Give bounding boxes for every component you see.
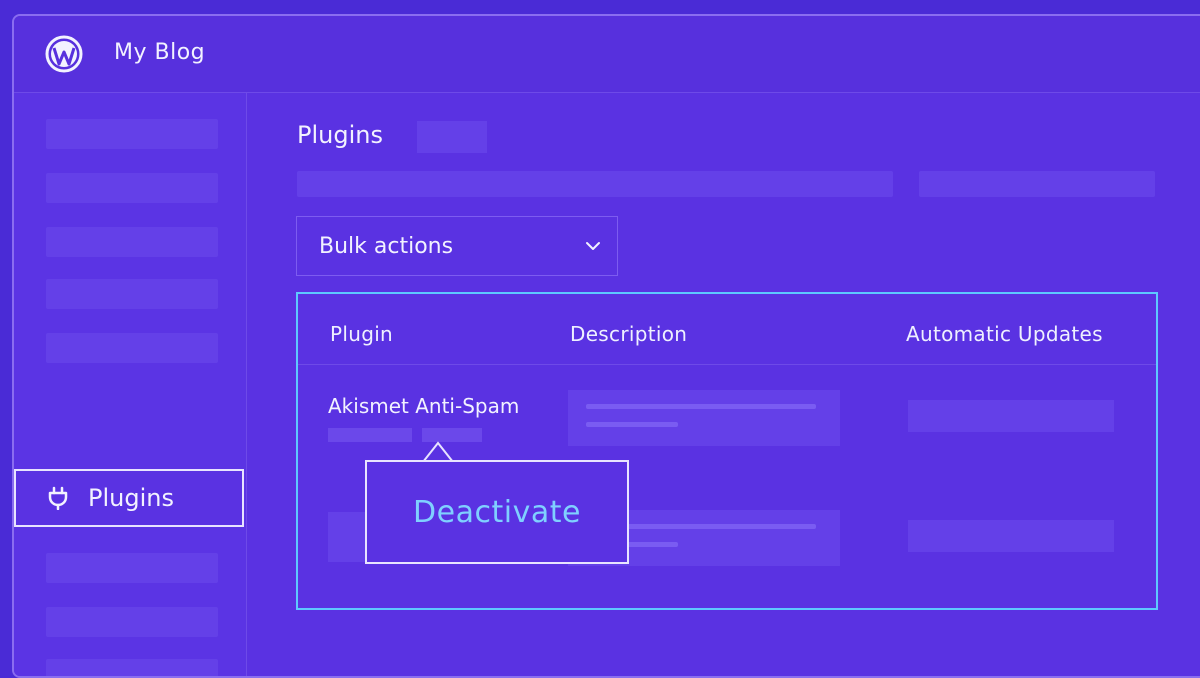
plug-icon (48, 486, 68, 510)
chevron-down-icon (586, 242, 600, 250)
top-bar: My Blog (14, 16, 1200, 93)
page-title: Plugins (297, 121, 383, 149)
description-line (586, 404, 816, 409)
column-header-description[interactable]: Description (570, 322, 687, 346)
auto-update-placeholder (908, 520, 1114, 552)
deactivate-link[interactable]: Deactivate (413, 495, 581, 530)
sidebar-item-placeholder[interactable] (46, 333, 218, 363)
sidebar-item-label: Plugins (88, 484, 174, 512)
sidebar: Plugins (14, 93, 247, 676)
column-header-automatic-updates[interactable]: Automatic Updates (906, 322, 1103, 346)
sidebar-item-placeholder[interactable] (46, 553, 218, 583)
description-line (586, 422, 678, 427)
sidebar-item-placeholder[interactable] (46, 173, 218, 203)
search-placeholder (919, 171, 1155, 197)
title-placeholder (417, 121, 487, 153)
auto-update-placeholder (908, 400, 1114, 432)
row-actions-placeholder (422, 428, 482, 442)
deactivate-tooltip[interactable]: Deactivate (365, 460, 629, 564)
column-header-plugin[interactable]: Plugin (330, 322, 393, 346)
sidebar-item-placeholder[interactable] (46, 119, 218, 149)
sidebar-item-placeholder[interactable] (46, 607, 218, 637)
wordpress-logo-icon[interactable] (44, 34, 84, 74)
plugin-name[interactable]: Akismet Anti-Spam (328, 394, 519, 418)
sidebar-item-placeholder[interactable] (46, 227, 218, 257)
sidebar-item-placeholder[interactable] (46, 659, 218, 676)
sidebar-item-placeholder[interactable] (46, 279, 218, 309)
sidebar-item-plugins[interactable]: Plugins (14, 469, 244, 527)
row-actions-placeholder (328, 428, 412, 442)
bulk-actions-label: Bulk actions (319, 233, 454, 259)
bulk-actions-select[interactable]: Bulk actions (296, 216, 618, 276)
filter-placeholder (297, 171, 893, 197)
admin-window: My Blog Plugins Plugins Bulk actions Plu… (12, 14, 1200, 678)
site-title[interactable]: My Blog (114, 40, 205, 65)
main-content: Plugins Bulk actions Plugin Description … (247, 93, 1200, 676)
description-placeholder (568, 390, 840, 446)
header-divider (298, 364, 1156, 365)
